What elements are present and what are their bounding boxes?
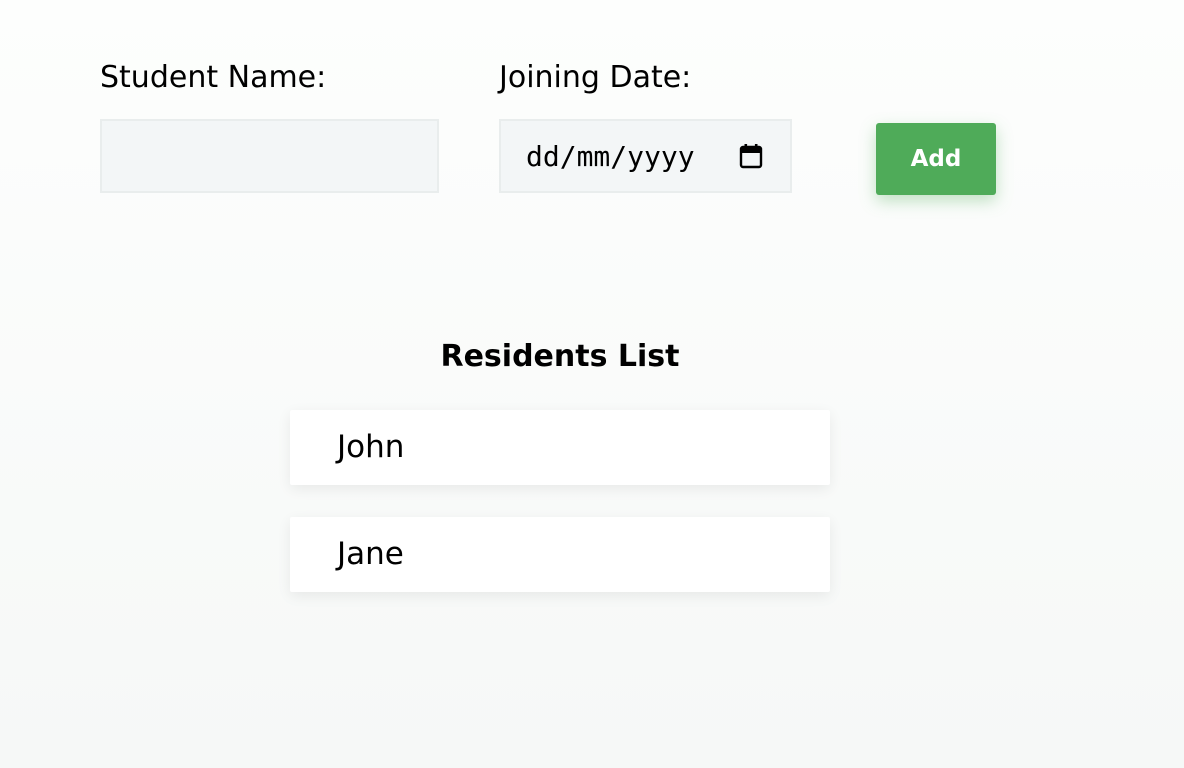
residents-list-title: Residents List	[440, 339, 680, 374]
student-name-input[interactable]	[100, 119, 439, 193]
student-name-label: Student Name:	[100, 60, 327, 95]
joining-date-input[interactable]: dd/mm/yyyy	[499, 119, 792, 193]
joining-date-placeholder: dd/mm/yyyy	[526, 140, 695, 173]
page: { "form": { "name_label": "Student Name:…	[0, 0, 1184, 768]
add-button[interactable]: Add	[876, 123, 996, 195]
joining-date-label: Joining Date:	[499, 60, 692, 95]
residents-list: John Jane	[290, 410, 830, 624]
resident-list-item: Jane	[290, 517, 830, 592]
resident-list-item: John	[290, 410, 830, 485]
calendar-icon[interactable]	[739, 143, 763, 169]
